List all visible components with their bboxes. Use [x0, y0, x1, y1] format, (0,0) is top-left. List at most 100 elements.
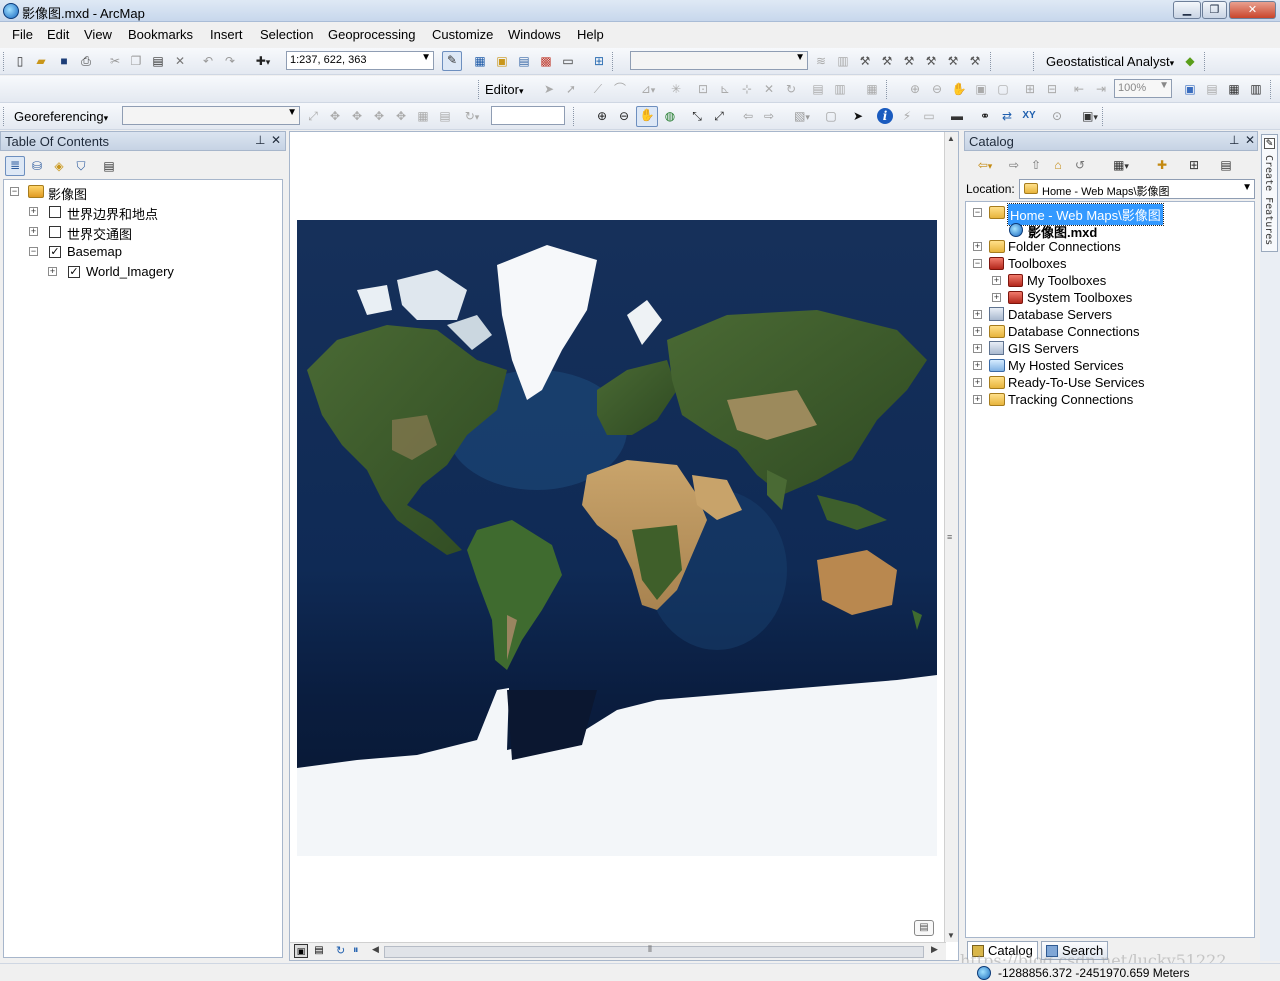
toolbar-grip[interactable]	[612, 52, 615, 71]
layer-combo[interactable]: ▼	[630, 51, 808, 70]
geostatistical-wizard-icon[interactable]: ◆	[1182, 53, 1198, 69]
expand-icon[interactable]: +	[973, 378, 982, 387]
zoom-out-icon[interactable]: ⊖	[616, 108, 632, 124]
catalog-item-row[interactable]: + Folder Connections	[970, 238, 1240, 256]
toolbar-grip[interactable]	[573, 107, 576, 126]
map-vertical-scrollbar[interactable]: ▲ ≡ ▼	[944, 132, 958, 942]
list-by-source-icon[interactable]: ⛁	[29, 158, 45, 174]
create-viewer-window-icon[interactable]: ▣▾	[1077, 108, 1103, 124]
edit-tool-icon[interactable]: ➤	[541, 81, 557, 97]
toggle-draft-mode-icon[interactable]: ▣	[1182, 81, 1198, 97]
pin-icon[interactable]: ⊥	[255, 133, 265, 147]
views-icon[interactable]: ▦▾	[1108, 157, 1134, 173]
control-points-icon[interactable]: ✥	[393, 108, 409, 124]
go-forward-extent-icon[interactable]: ⇥	[1093, 81, 1109, 97]
connect-folder-icon[interactable]: ↺	[1072, 157, 1088, 173]
arctoolbox-icon[interactable]: ▩	[538, 53, 554, 69]
map-horizontal-scrollbar[interactable]: ▣ ▤ ↻ ⏸ ◀ ⦀ ▶	[290, 942, 946, 960]
zoom-whole-page-icon[interactable]: ▣	[973, 81, 989, 97]
layer-row[interactable]: + 世界边界和地点	[8, 203, 268, 222]
catalog-item-row[interactable]: + Ready-To-Use Services	[970, 374, 1240, 392]
layout-view-icon[interactable]: ▤	[312, 944, 326, 958]
pin-icon[interactable]: ⊥	[1229, 133, 1239, 147]
map-tips-icon[interactable]: ▤	[914, 920, 934, 936]
fixed-zoom-out-icon[interactable]: ⊟	[1044, 81, 1060, 97]
layer-visibility-checkbox[interactable]	[49, 226, 61, 238]
catalog-item-row[interactable]: − Toolboxes	[970, 255, 1240, 273]
layout-pan-icon[interactable]: ✋	[951, 81, 967, 97]
toolbar-grip[interactable]	[1204, 52, 1207, 71]
measure-icon[interactable]: ▬	[949, 108, 965, 124]
new-folder-icon[interactable]: ✚	[1154, 157, 1170, 173]
delete-icon[interactable]: ✕	[172, 53, 188, 69]
georef-layer-combo[interactable]: ▼	[122, 106, 300, 125]
rotate-icon[interactable]: ↻	[783, 81, 799, 97]
reshape-icon[interactable]: ⊾	[717, 81, 733, 97]
catalog-item-row[interactable]: + Database Connections	[970, 323, 1240, 341]
attributes-icon[interactable]: ▤	[810, 81, 826, 97]
rotate-raster-icon[interactable]: ⤢	[305, 108, 321, 124]
add-control-points-icon[interactable]: ✥	[371, 108, 387, 124]
histogram-icon[interactable]: ▥	[835, 53, 851, 69]
editor-menu[interactable]: Editor▾	[485, 82, 524, 97]
html-popup-icon[interactable]: ▭	[921, 108, 937, 124]
scroll-grip-icon[interactable]: ⦀	[648, 944, 652, 955]
back-icon[interactable]: ⇦▾	[972, 157, 998, 173]
forward-icon[interactable]: ⇨	[1006, 157, 1022, 173]
expand-icon[interactable]: +	[992, 276, 1001, 285]
catalog-item-row[interactable]: + System Toolboxes	[970, 289, 1240, 307]
fixed-zoom-in-arrows-icon[interactable]: ⤡	[689, 108, 705, 124]
toc-options-icon[interactable]: ▤	[101, 158, 117, 174]
previous-extent-icon[interactable]: ⇦	[740, 108, 756, 124]
split-icon[interactable]: ✕	[761, 81, 777, 97]
scale-raster-icon[interactable]: ✥	[349, 108, 365, 124]
catalog-window-icon[interactable]: ▣	[494, 53, 510, 69]
hammer-tool-6-icon[interactable]: ⚒	[967, 53, 983, 69]
scroll-down-icon[interactable]: ▼	[947, 931, 955, 940]
save-icon[interactable]: ■	[56, 53, 72, 69]
close-button[interactable]: ✕	[1229, 1, 1276, 19]
catalog-options-icon[interactable]: ▤	[1218, 157, 1234, 173]
home-icon[interactable]: ⌂	[1050, 157, 1066, 173]
list-by-selection-icon[interactable]: ⛉	[73, 158, 89, 174]
georeferencing-menu[interactable]: Georeferencing▾	[14, 109, 108, 124]
toolbar-grip[interactable]	[990, 52, 993, 71]
select-features-icon[interactable]: ▧▾	[789, 108, 815, 124]
expand-icon[interactable]: +	[48, 267, 57, 276]
change-layout-icon[interactable]: ▦	[1226, 81, 1242, 97]
layer-row[interactable]: + 世界交通图	[8, 223, 268, 242]
end-point-arc-icon[interactable]: ⌒	[612, 81, 628, 97]
geostatistical-analyst-menu[interactable]: Geostatistical Analyst▾	[1046, 54, 1174, 69]
model-builder-icon[interactable]: ⊞	[588, 53, 610, 69]
new-document-icon[interactable]: ▯	[12, 53, 28, 69]
menu-selection[interactable]: Selection	[260, 27, 313, 42]
menu-edit[interactable]: Edit	[47, 27, 69, 42]
layer-visibility-checkbox[interactable]: ✓	[68, 266, 80, 278]
refresh-icon[interactable]: ↻	[336, 944, 345, 957]
expand-icon[interactable]: +	[29, 227, 38, 236]
catalog-item-row[interactable]: + Tracking Connections	[970, 391, 1240, 409]
world-imagery-map[interactable]	[297, 220, 937, 856]
rotation-input[interactable]	[491, 106, 565, 125]
clear-selection-icon[interactable]: ▢	[823, 108, 839, 124]
find-route-icon[interactable]: ⇄	[999, 108, 1015, 124]
list-by-visibility-icon[interactable]: ◈	[51, 158, 67, 174]
toolbar-grip[interactable]	[886, 80, 889, 99]
sketch-properties-icon[interactable]: ▥	[832, 81, 848, 97]
shift-raster-icon[interactable]: ✥	[327, 108, 343, 124]
focus-data-frame-icon[interactable]: ▤	[1204, 81, 1220, 97]
expand-icon[interactable]: +	[973, 310, 982, 319]
toolbar-grip[interactable]	[478, 80, 481, 99]
hammer-tool-1-icon[interactable]: ⚒	[857, 53, 873, 69]
list-by-drawing-order-icon[interactable]: ≣	[5, 156, 25, 176]
select-elements-icon[interactable]: ➤	[850, 108, 866, 124]
menu-file[interactable]: File	[12, 27, 33, 42]
find-icon[interactable]: ⚭	[977, 108, 993, 124]
layout-zoom-out-icon[interactable]: ⊖	[929, 81, 945, 97]
toolbar-grip[interactable]	[1033, 52, 1036, 71]
open-folder-icon[interactable]: ▰	[33, 53, 49, 69]
data-frame-row[interactable]: − 影像图	[8, 183, 268, 202]
next-extent-icon[interactable]: ⇨	[761, 108, 777, 124]
expand-icon[interactable]: +	[973, 327, 982, 336]
go-back-extent-icon[interactable]: ⇤	[1071, 81, 1087, 97]
